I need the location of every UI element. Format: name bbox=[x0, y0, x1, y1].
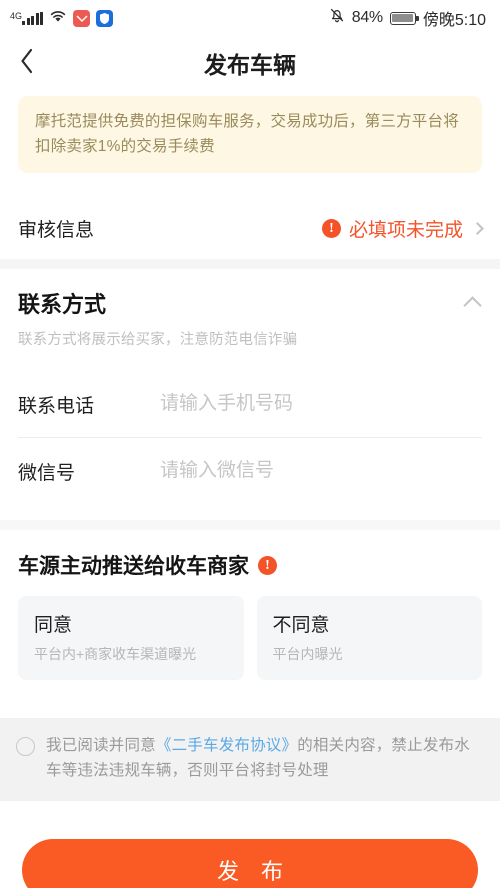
push-option-subtitle: 平台内+商家收车渠道曝光 bbox=[34, 646, 197, 663]
clock-label: 傍晚5:10 bbox=[422, 12, 486, 29]
app-screen: 4G 84% 傍晚5:10 发布车辆 摩托范提供免费的担保购车服务，交易成功后，… bbox=[0, 0, 500, 888]
chevron-up-icon[interactable] bbox=[466, 295, 480, 309]
section-subtitle: 联系方式将展示给买家，注意防范电信诈骗 bbox=[18, 332, 298, 349]
review-info-row[interactable]: 审核信息 ! 必填项未完成 bbox=[0, 197, 500, 260]
blue-shield-app-icon bbox=[96, 9, 114, 27]
status-bar-right: 84% 傍晚5:10 bbox=[329, 6, 486, 30]
contact-phone-input[interactable] bbox=[160, 393, 482, 416]
push-option-disagree[interactable]: 不同意 平台内曝光 bbox=[256, 596, 482, 681]
battery-icon bbox=[389, 11, 419, 25]
status-badge: 必填项未完成 bbox=[348, 219, 463, 241]
radio-unchecked-icon[interactable] bbox=[16, 737, 35, 757]
wechat-field-row: 微信号 bbox=[0, 438, 500, 505]
wechat-input[interactable] bbox=[160, 460, 482, 483]
section-divider bbox=[0, 520, 500, 531]
contact-phone-label: 联系电话 bbox=[18, 395, 95, 417]
guarantee-notice-banner: 摩托范提供免费的担保购车服务，交易成功后，第三方平台将扣除卖家1%的交易手续费 bbox=[18, 96, 482, 174]
push-option-title: 同意 bbox=[34, 615, 73, 637]
review-info-label: 审核信息 bbox=[18, 219, 95, 241]
section-divider bbox=[0, 259, 500, 270]
agreement-link[interactable]: 《二手车发布协议》 bbox=[156, 737, 297, 754]
red-app-icon bbox=[73, 9, 91, 27]
signal-bars-icon: 4G bbox=[10, 10, 44, 25]
chevron-right-icon bbox=[471, 221, 484, 235]
page-title: 发布车辆 bbox=[204, 52, 296, 78]
push-option-title: 不同意 bbox=[272, 615, 330, 637]
status-bar: 4G 84% 傍晚5:10 bbox=[0, 0, 500, 36]
bell-muted-icon bbox=[329, 7, 345, 29]
submit-bar: 发 布 bbox=[0, 817, 500, 888]
status-bar-left: 4G bbox=[10, 9, 114, 28]
contact-phone-field-row: 联系电话 bbox=[0, 371, 500, 438]
wechat-label: 微信号 bbox=[18, 462, 76, 484]
push-option-subtitle: 平台内曝光 bbox=[272, 646, 343, 663]
push-section-title: 车源主动推送给收车商家 bbox=[18, 555, 249, 579]
push-section-header: 车源主动推送给收车商家 ! bbox=[0, 530, 500, 580]
exclamation-circle-icon[interactable]: ! bbox=[258, 555, 277, 575]
wifi-icon bbox=[49, 9, 67, 28]
publish-button[interactable]: 发 布 bbox=[22, 839, 478, 888]
back-button[interactable] bbox=[0, 36, 54, 90]
agreement-text: 我已阅读并同意《二手车发布协议》的相关内容，禁止发布水车等违法违规车辆，否则平台… bbox=[46, 734, 480, 783]
push-option-agree[interactable]: 同意 平台内+商家收车渠道曝光 bbox=[18, 596, 244, 681]
push-options-group: 同意 平台内+商家收车渠道曝光 不同意 平台内曝光 bbox=[0, 580, 500, 702]
contact-section-header: 联系方式 联系方式将展示给买家，注意防范电信诈骗 bbox=[0, 269, 500, 350]
agreement-prefix: 我已阅读并同意 bbox=[46, 737, 156, 755]
chevron-left-icon bbox=[19, 47, 35, 80]
exclamation-circle-icon: ! bbox=[321, 218, 341, 238]
nav-bar: 发布车辆 bbox=[0, 36, 500, 90]
section-title: 联系方式 bbox=[18, 292, 107, 318]
review-info-status: ! 必填项未完成 bbox=[321, 215, 484, 242]
battery-percent-label: 84% bbox=[351, 9, 383, 26]
agreement-bar: 我已阅读并同意《二手车发布协议》的相关内容，禁止发布水车等违法违规车辆，否则平台… bbox=[0, 718, 500, 802]
network-type-label: 4G bbox=[10, 10, 23, 21]
